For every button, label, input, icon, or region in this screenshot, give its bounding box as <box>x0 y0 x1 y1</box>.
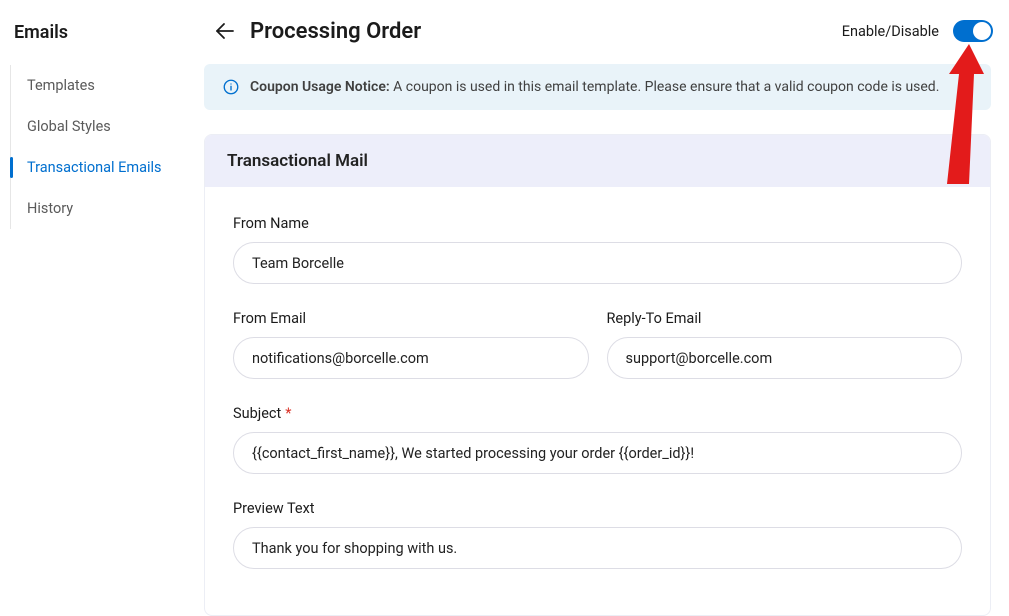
info-icon <box>222 78 240 96</box>
from-name-label: From Name <box>233 215 962 232</box>
preview-text-label: Preview Text <box>233 500 962 517</box>
field-row-emails: From Email Reply-To Email <box>233 310 962 379</box>
enable-disable-toggle[interactable] <box>953 20 993 42</box>
coupon-usage-notice: Coupon Usage Notice: A coupon is used in… <box>204 64 991 110</box>
subject-label-text: Subject <box>233 405 281 422</box>
field-preview-text: Preview Text <box>233 500 962 569</box>
sidebar-item-global-styles[interactable]: Global Styles <box>25 106 190 147</box>
page-title: Processing Order <box>250 19 421 44</box>
notice-text: Coupon Usage Notice: A coupon is used in… <box>250 79 939 95</box>
field-reply-to: Reply-To Email <box>607 310 963 379</box>
field-subject: Subject* <box>233 405 962 474</box>
reply-to-input[interactable] <box>607 337 963 379</box>
sidebar-item-history[interactable]: History <box>25 188 190 229</box>
card-header: Transactional Mail <box>205 135 990 187</box>
enable-disable-label: Enable/Disable <box>842 23 939 40</box>
sidebar-item-transactional-emails[interactable]: Transactional Emails <box>25 147 190 188</box>
back-button[interactable] <box>212 18 238 44</box>
reply-to-label: Reply-To Email <box>607 310 963 327</box>
required-asterisk: * <box>285 405 291 422</box>
sidebar-nav-list: Templates Global Styles Transactional Em… <box>10 65 190 229</box>
from-email-input[interactable] <box>233 337 589 379</box>
transactional-mail-card: Transactional Mail From Name From Email … <box>204 134 991 616</box>
notice-bold: Coupon Usage Notice: <box>250 79 390 95</box>
card-body: From Name From Email Reply-To Email <box>205 187 990 615</box>
field-from-name: From Name <box>233 215 962 284</box>
subject-label: Subject* <box>233 405 962 422</box>
notice-body: A coupon is used in this email template.… <box>390 79 940 95</box>
from-name-input[interactable] <box>233 242 962 284</box>
page-header: Processing Order Enable/Disable <box>200 18 995 64</box>
preview-text-input[interactable] <box>233 527 962 569</box>
sidebar: Emails Templates Global Styles Transacti… <box>0 0 200 603</box>
header-right: Enable/Disable <box>842 20 993 42</box>
arrow-left-icon <box>213 19 237 43</box>
field-from-email: From Email <box>233 310 589 379</box>
sidebar-title: Emails <box>10 22 190 43</box>
header-left: Processing Order <box>212 18 421 44</box>
main-content: Processing Order Enable/Disable Coupon U… <box>200 0 1009 603</box>
subject-input[interactable] <box>233 432 962 474</box>
from-email-label: From Email <box>233 310 589 327</box>
sidebar-item-templates[interactable]: Templates <box>25 65 190 106</box>
